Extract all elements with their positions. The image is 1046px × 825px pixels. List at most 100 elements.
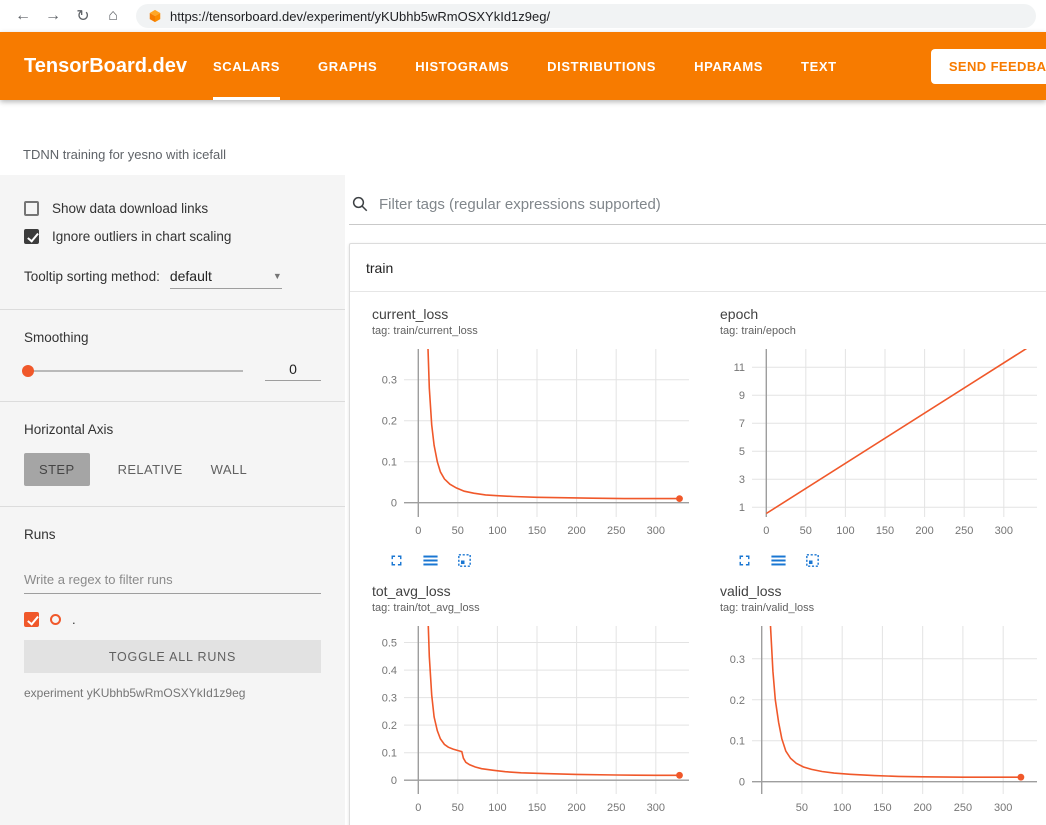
address-bar[interactable]: https://tensorboard.dev/experiment/yKUbh…: [136, 4, 1036, 28]
chart-title: valid_loss: [720, 583, 1046, 599]
svg-text:250: 250: [607, 802, 625, 814]
chart-canvas[interactable]: 05010015020025030000.10.20.30.40.5: [358, 620, 700, 825]
svg-text:0: 0: [391, 775, 397, 787]
axis-relative-button[interactable]: RELATIVE: [118, 462, 183, 477]
svg-text:0: 0: [415, 525, 421, 537]
svg-text:100: 100: [836, 525, 854, 537]
divider: [0, 506, 345, 507]
svg-text:150: 150: [528, 525, 546, 537]
chart-tag: tag: train/epoch: [720, 325, 1046, 337]
chart-tag: tag: train/valid_loss: [720, 602, 1046, 614]
smoothing-label: Smoothing: [24, 330, 321, 345]
train-card-header[interactable]: train: [350, 244, 1046, 292]
svg-text:300: 300: [994, 802, 1012, 814]
home-icon[interactable]: ⌂: [100, 7, 126, 25]
fullscreen-icon[interactable]: [736, 552, 753, 569]
smoothing-slider-thumb[interactable]: [22, 365, 34, 377]
svg-text:200: 200: [914, 802, 932, 814]
svg-text:150: 150: [873, 802, 891, 814]
show-download-links-checkbox[interactable]: [24, 201, 39, 216]
chart-current-loss: current_loss tag: train/current_loss 050…: [358, 306, 700, 569]
svg-text:0: 0: [763, 525, 769, 537]
data-lines-icon[interactable]: [770, 552, 787, 569]
back-icon[interactable]: ←: [10, 7, 36, 25]
chart-tot-avg-loss: tot_avg_loss tag: train/tot_avg_loss 050…: [358, 583, 700, 825]
show-download-links-label: Show data download links: [52, 201, 208, 216]
chart-canvas[interactable]: 05010015020025030000.10.20.3: [358, 343, 700, 548]
experiment-description: TDNN training for yesno with icefall: [23, 147, 226, 162]
send-feedback-button[interactable]: SEND FEEDBACK: [931, 49, 1046, 84]
chart-canvas[interactable]: 5010015020025030000.10.20.3: [706, 620, 1046, 825]
svg-text:200: 200: [567, 802, 585, 814]
fullscreen-icon[interactable]: [388, 552, 405, 569]
svg-text:0.1: 0.1: [382, 748, 397, 760]
axis-step-button[interactable]: STEP: [24, 453, 90, 486]
chart-toolbar: [736, 552, 1046, 569]
svg-text:100: 100: [488, 525, 506, 537]
svg-text:0.1: 0.1: [382, 457, 397, 469]
chart-tag: tag: train/tot_avg_loss: [372, 602, 700, 614]
tab-scalars[interactable]: SCALARS: [213, 32, 280, 100]
runs-filter-input[interactable]: [24, 572, 321, 594]
svg-text:0: 0: [415, 802, 421, 814]
tab-graphs[interactable]: GRAPHS: [318, 32, 377, 100]
svg-text:7: 7: [739, 418, 745, 430]
fit-domain-icon[interactable]: [456, 552, 473, 569]
svg-text:300: 300: [995, 525, 1013, 537]
data-lines-icon[interactable]: [422, 552, 439, 569]
runs-label: Runs: [24, 527, 321, 542]
tensorboard-favicon: [148, 9, 162, 23]
svg-text:0.3: 0.3: [382, 693, 397, 705]
svg-text:3: 3: [739, 474, 745, 486]
experiment-description-bar: TDNN training for yesno with icefall: [0, 100, 1046, 175]
svg-text:0.4: 0.4: [382, 665, 397, 677]
svg-text:1: 1: [739, 502, 745, 514]
tab-histograms[interactable]: HISTOGRAMS: [415, 32, 509, 100]
charts-grid: current_loss tag: train/current_loss 050…: [350, 292, 1046, 825]
ignore-outliers-row[interactable]: Ignore outliers in chart scaling: [24, 229, 321, 244]
smoothing-value[interactable]: 0: [265, 361, 321, 381]
svg-text:150: 150: [528, 802, 546, 814]
refresh-icon[interactable]: ↻: [70, 6, 96, 26]
horizontal-axis-label: Horizontal Axis: [24, 422, 321, 437]
chart-valid-loss: valid_loss tag: train/valid_loss 5010015…: [706, 583, 1046, 825]
tab-distributions[interactable]: DISTRIBUTIONS: [547, 32, 656, 100]
svg-text:300: 300: [647, 525, 665, 537]
axis-wall-button[interactable]: WALL: [211, 462, 248, 477]
toggle-all-runs-button[interactable]: TOGGLE ALL RUNS: [24, 640, 321, 673]
svg-text:0: 0: [739, 777, 745, 789]
svg-text:0.1: 0.1: [730, 736, 745, 748]
experiment-id-label: experiment yKUbhb5wRmOSXYkId1z9eg: [24, 686, 321, 700]
svg-text:50: 50: [452, 525, 464, 537]
svg-text:11: 11: [734, 362, 745, 374]
settings-sidebar: Show data download links Ignore outliers…: [0, 175, 345, 825]
train-card: train current_loss tag: train/current_lo…: [349, 243, 1046, 825]
divider: [0, 309, 345, 310]
search-icon: [351, 195, 369, 213]
ignore-outliers-checkbox[interactable]: [24, 229, 39, 244]
run-checkbox[interactable]: [24, 612, 39, 627]
tag-filter-row[interactable]: [349, 189, 1046, 225]
chart-tag: tag: train/current_loss: [372, 325, 700, 337]
run-color-swatch: [50, 614, 61, 625]
tag-filter-input[interactable]: [379, 196, 1046, 213]
svg-text:250: 250: [954, 802, 972, 814]
show-download-links-row[interactable]: Show data download links: [24, 201, 321, 216]
smoothing-slider[interactable]: [24, 370, 243, 372]
browser-chrome: ← → ↻ ⌂ https://tensorboard.dev/experime…: [0, 0, 1046, 32]
run-row[interactable]: .: [24, 612, 321, 627]
svg-text:50: 50: [796, 802, 808, 814]
tab-hparams[interactable]: HPARAMS: [694, 32, 763, 100]
svg-text:100: 100: [488, 802, 506, 814]
tab-text[interactable]: TEXT: [801, 32, 837, 100]
ignore-outliers-label: Ignore outliers in chart scaling: [52, 229, 231, 244]
run-name: .: [72, 612, 76, 627]
chart-title: tot_avg_loss: [372, 583, 700, 599]
tooltip-sorting-select[interactable]: default ▼: [170, 268, 282, 289]
svg-text:250: 250: [955, 525, 973, 537]
chart-toolbar: [388, 552, 700, 569]
chart-canvas[interactable]: 0501001502002503001357911: [706, 343, 1046, 548]
forward-icon[interactable]: →: [40, 7, 66, 25]
fit-domain-icon[interactable]: [804, 552, 821, 569]
divider: [0, 401, 345, 402]
